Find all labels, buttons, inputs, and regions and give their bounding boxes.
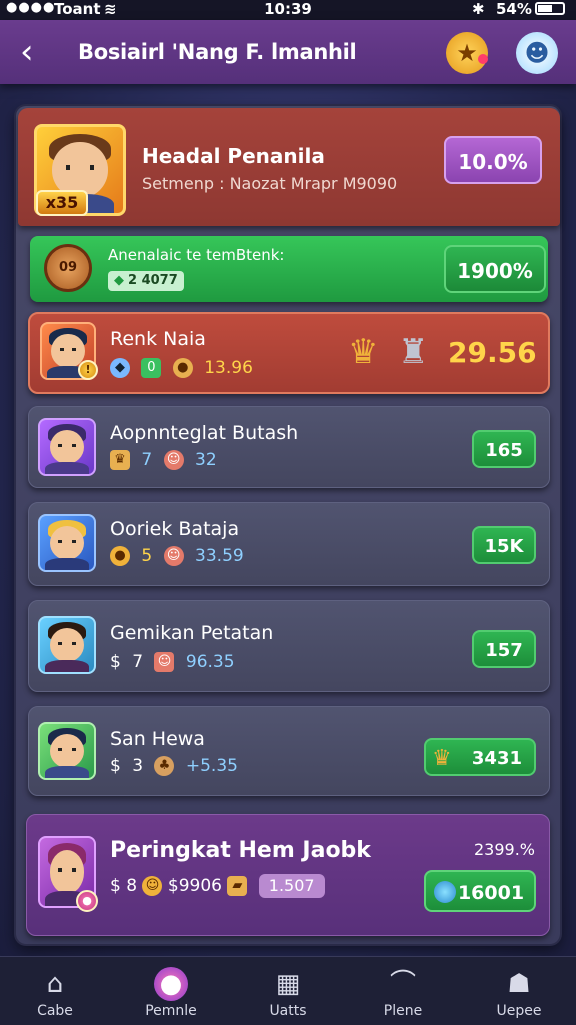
helmet-icon: ♜	[398, 332, 429, 372]
row-stat-a: 3	[132, 756, 144, 776]
tab-profile[interactable]: ☗ Uepee	[464, 957, 574, 1025]
tab-home[interactable]: ⌂ Cabe	[0, 957, 110, 1025]
row-stat-b: 96.35	[185, 652, 235, 672]
row-score-button[interactable]: ♛ 3431	[424, 738, 536, 776]
row-name: Gemikan Petatan	[110, 622, 274, 644]
tab-label: Cabe	[37, 1003, 73, 1019]
row-stats: ♛ 7 ☺ 32	[110, 450, 223, 470]
reward-chip: ◆ 2 4077	[108, 271, 184, 291]
row-score-value: 3431	[471, 748, 522, 769]
coin-icon: ●	[172, 358, 193, 378]
face-icon: ☺	[163, 450, 184, 470]
row-stat-b: 32	[195, 450, 217, 470]
summary-stat: $9906	[167, 876, 222, 896]
tab-people[interactable]: ● Pemnle	[116, 957, 226, 1025]
own-rank-badge-icon: !	[78, 360, 98, 380]
summary-score-value: 16001	[457, 882, 525, 904]
row-stats: ● 5 ☺ 33.59	[110, 546, 250, 566]
face-icon: ☺	[163, 546, 184, 566]
smile-coin-icon: ☺	[142, 876, 163, 896]
player-subtitle: Setmenp : Naozat Mrapr M9090	[142, 174, 398, 193]
row-score-button[interactable]: 165	[472, 430, 536, 468]
trophy-icon: ♛	[110, 450, 130, 470]
row-avatar	[38, 514, 96, 572]
reward-label: Anenalaic te temBtenk:	[108, 246, 285, 264]
summary-stat-prefix: 8	[126, 876, 138, 896]
reward-chip-value: 2 4077	[128, 273, 178, 288]
gem-icon: ◆	[114, 273, 124, 288]
top-bar: ‹ Bosiairl 'Nang F. lmanhil ★ ☻	[0, 20, 576, 84]
row-stats: $ 3 ♣ +5.35	[110, 756, 244, 776]
summary-title: Peringkat Hem Jaobk	[110, 838, 371, 863]
row-stat-a: 5	[141, 546, 153, 566]
trophy-icon: ♛	[432, 746, 452, 771]
summary-score-button[interactable]: 16001	[424, 870, 536, 912]
row-score-button[interactable]: 15K	[472, 526, 536, 564]
hero-percent-button[interactable]: 10.0%	[444, 136, 542, 184]
ticket-icon: ▰	[227, 876, 248, 896]
row-stat-b: 33.59	[195, 546, 244, 566]
gem-icon	[434, 881, 456, 903]
row-stat-b: +5.35	[185, 756, 238, 776]
orb-icon: ●	[154, 967, 188, 1001]
level-badge: x35	[36, 190, 88, 216]
tab-label: Uatts	[269, 1003, 307, 1019]
row-avatar	[38, 418, 96, 476]
row-name: Ooriek Bataja	[110, 518, 240, 540]
summary-chip: 1.507	[258, 874, 325, 898]
player-name: Headal Penanila	[142, 144, 325, 168]
star-icon[interactable]: ★	[446, 32, 488, 74]
row-stats: $ 7 ☺ 96.35	[110, 652, 241, 672]
tab-label: Uepee	[496, 1003, 542, 1019]
trophy-icon: ♛	[348, 332, 379, 372]
tab-label: Plene	[383, 1003, 423, 1019]
row-name: Aopnnteglat Butash	[110, 422, 299, 444]
row-avatar	[38, 616, 96, 674]
battery-percent: 54%	[496, 0, 532, 18]
bluetooth-icon: ✱	[472, 0, 485, 18]
row-avatar	[38, 722, 96, 780]
home-icon: ⌂	[46, 969, 64, 999]
summary-value: 2399.%	[474, 840, 536, 859]
clock: 10:39	[264, 0, 312, 18]
status-bar: ●●●● Toant ≋ 10:39 ✱ 54%	[0, 0, 576, 20]
own-name: Renk Naia	[110, 328, 206, 350]
coin-icon: 09	[44, 244, 92, 292]
own-stat-b: 13.96	[204, 358, 253, 378]
building-icon: ▦	[275, 969, 301, 999]
battery-icon	[535, 2, 565, 15]
notification-dot	[478, 54, 488, 64]
gem-icon: ◆	[110, 358, 130, 378]
page-title: Bosiairl 'Nang F. lmanhil	[78, 40, 357, 64]
own-stats: ◆ 0 ● 13.96	[110, 358, 259, 378]
row-score-button[interactable]: 157	[472, 630, 536, 668]
summary-stats: $ 8 ☺ $9906 ▰ 1.507	[110, 874, 325, 898]
user-icon: ☗	[507, 969, 531, 999]
bottom-tab-bar: ⌂ Cabe ● Pemnle ▦ Uatts ⌒ Plene ☗ Uepee	[0, 956, 576, 1025]
back-button[interactable]: ‹	[20, 34, 50, 70]
face-icon: ☺	[154, 652, 175, 672]
tab-label: Pemnle	[145, 1003, 197, 1019]
row-name: San Hewa	[110, 728, 205, 750]
dollar-icon: $	[110, 876, 121, 896]
coin-icon: ●	[110, 546, 130, 566]
dollar-icon: $	[110, 756, 121, 776]
tab-plans[interactable]: ⌒ Plene	[348, 957, 458, 1025]
mascot-icon[interactable]: ☻	[516, 32, 558, 74]
bag-icon: ♣	[154, 756, 175, 776]
own-score: 29.56	[448, 336, 537, 369]
dollar-icon: $	[110, 652, 121, 672]
hook-icon: ⌒	[389, 969, 416, 999]
row-stat-a: 7	[132, 652, 144, 672]
row-stat-a: 7	[141, 450, 153, 470]
summary-badge-icon: ●	[76, 890, 98, 912]
reward-percent-button[interactable]: 1900%	[444, 245, 546, 293]
tab-stats[interactable]: ▦ Uatts	[233, 957, 343, 1025]
own-stat-a: 0	[141, 358, 162, 378]
